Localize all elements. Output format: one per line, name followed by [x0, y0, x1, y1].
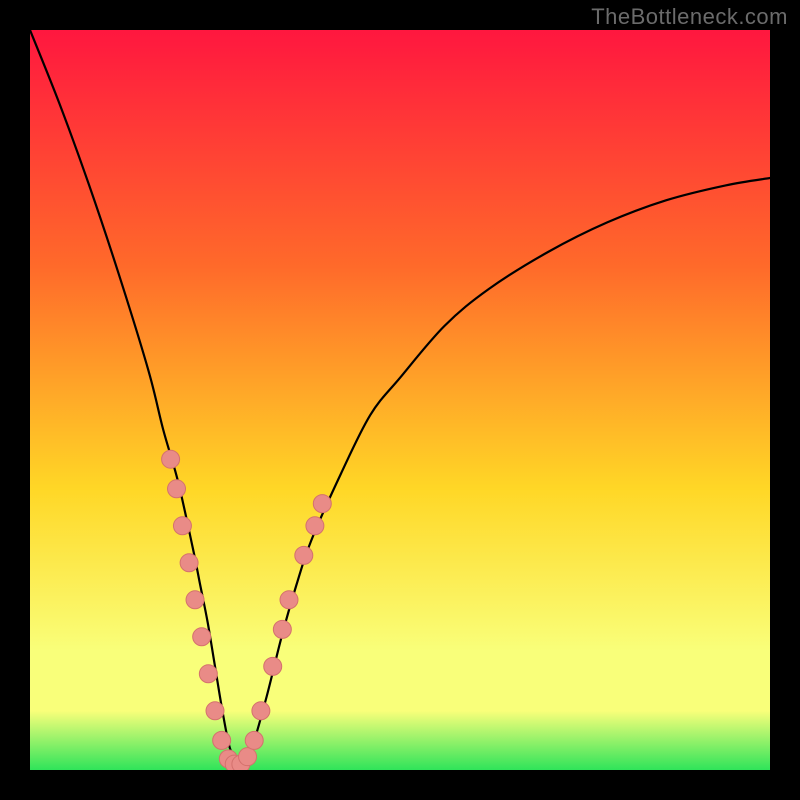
curve-marker — [245, 731, 263, 749]
curve-marker — [173, 517, 191, 535]
curve-marker — [264, 657, 282, 675]
curve-marker — [180, 554, 198, 572]
curve-marker — [306, 517, 324, 535]
curve-marker — [186, 591, 204, 609]
curve-marker — [199, 665, 217, 683]
curve-marker — [213, 731, 231, 749]
curve-marker — [162, 450, 180, 468]
curve-marker — [313, 495, 331, 513]
watermark-text: TheBottleneck.com — [591, 4, 788, 30]
gradient-bg — [30, 30, 770, 770]
curve-marker — [252, 702, 270, 720]
curve-marker — [273, 620, 291, 638]
curve-marker — [239, 748, 257, 766]
plot-area — [30, 30, 770, 770]
curve-marker — [168, 480, 186, 498]
chart-stage: TheBottleneck.com — [0, 0, 800, 800]
chart-svg — [30, 30, 770, 770]
curve-marker — [206, 702, 224, 720]
curve-marker — [193, 628, 211, 646]
curve-marker — [280, 591, 298, 609]
curve-marker — [295, 546, 313, 564]
